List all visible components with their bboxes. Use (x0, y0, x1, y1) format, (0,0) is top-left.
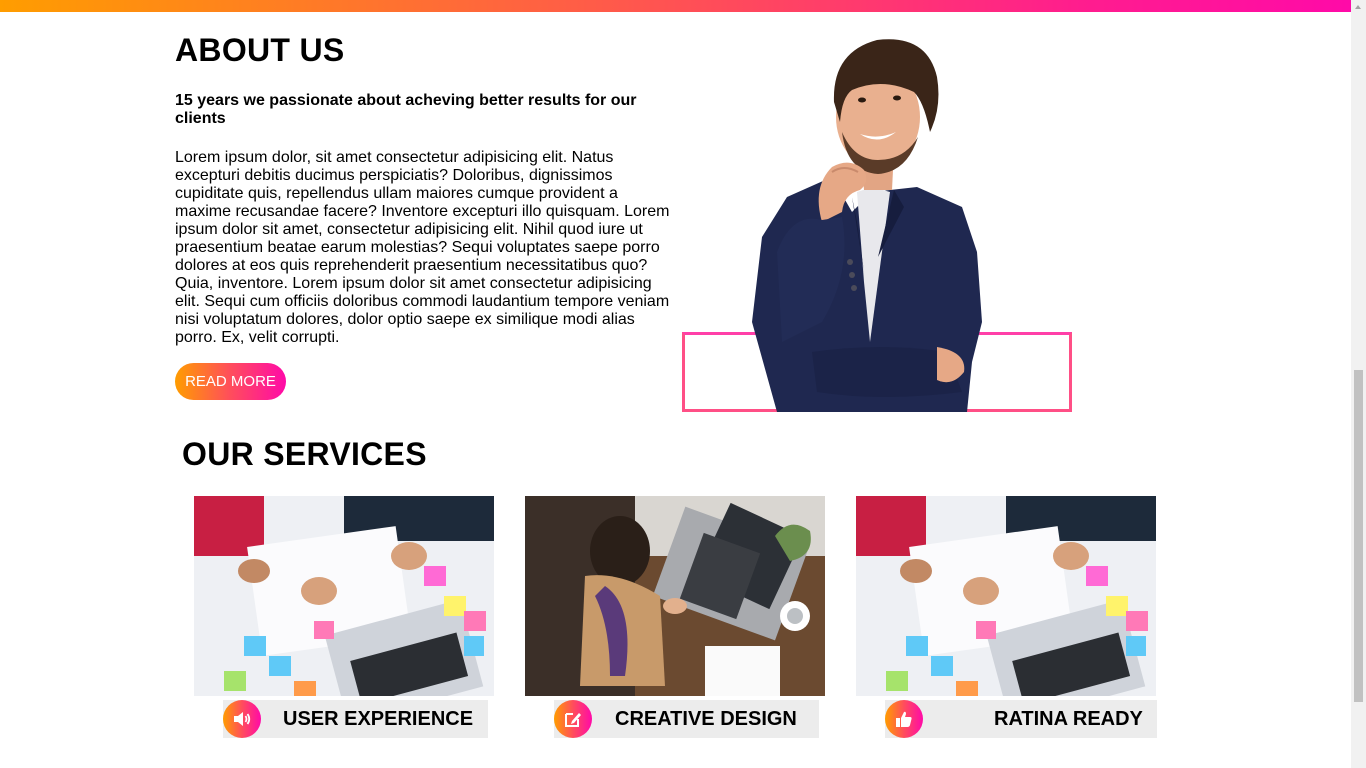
thumbs-up-icon (885, 700, 923, 738)
service-label-bar: RATINA READY (885, 700, 1157, 738)
edit-icon (554, 700, 592, 738)
service-label-bar: CREATIVE DESIGN (554, 700, 819, 738)
vertical-scrollbar[interactable] (1351, 0, 1366, 768)
service-label-bar: USER EXPERIENCE (223, 700, 488, 738)
service-label-ratina-ready: RATINA READY (994, 708, 1143, 730)
read-more-button[interactable]: READ MORE (175, 363, 286, 400)
about-title: ABOUT US (175, 32, 345, 68)
service-card-creative-design[interactable]: CREATIVE DESIGN (525, 496, 825, 740)
hero-image-thinking-man (682, 22, 1074, 414)
scrollbar-thumb[interactable] (1354, 370, 1363, 702)
service-image-team-wireframes (194, 496, 494, 696)
service-image-woman-laptop (525, 496, 825, 696)
about-subtitle: 15 years we passionate about acheving be… (175, 92, 637, 127)
services-title: OUR SERVICES (182, 436, 427, 472)
service-card-user-experience[interactable]: USER EXPERIENCE (194, 496, 494, 740)
volume-icon (223, 700, 261, 738)
man-illustration (752, 39, 982, 412)
service-card-ratina-ready[interactable]: RATINA READY (856, 496, 1157, 740)
service-label-user-experience: USER EXPERIENCE (283, 708, 474, 730)
service-label-creative-design: CREATIVE DESIGN (615, 708, 797, 730)
service-image-team-wireframes (856, 496, 1156, 696)
scroll-up-arrow-icon[interactable] (1351, 0, 1366, 15)
top-gradient-bar (0, 0, 1351, 12)
about-body-text: Lorem ipsum dolor, sit amet consectetur … (175, 149, 670, 346)
